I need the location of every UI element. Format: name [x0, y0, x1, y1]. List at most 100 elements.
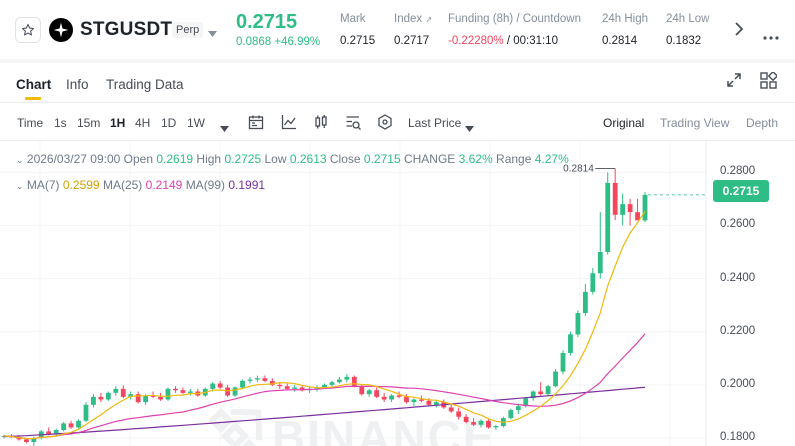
stats-fade — [704, 0, 734, 59]
high-label: High — [196, 152, 222, 166]
candle-body — [538, 391, 544, 395]
candle-body — [359, 386, 365, 395]
funding-value: -0.22280% / 00:31:10 — [448, 35, 558, 47]
indicators-icon[interactable] — [345, 114, 362, 135]
ma7-line — [3, 211, 646, 440]
interval-1d[interactable]: 1D — [161, 116, 176, 130]
range-label: Range — [496, 152, 532, 166]
interval-4h[interactable]: 4H — [135, 116, 150, 130]
favorite-star-button[interactable] — [15, 17, 41, 43]
candle-body — [240, 380, 245, 388]
ma25-value: 0.2149 — [145, 178, 183, 192]
y-axis-tick-label: 0.2600 — [720, 218, 756, 231]
low-24h-value: 0.1832 — [666, 35, 702, 47]
candle-body — [404, 396, 409, 403]
candle-body — [120, 388, 126, 397]
candle-body — [284, 386, 290, 389]
stargate-logo-icon — [49, 18, 73, 42]
price-type-dropdown-icon[interactable] — [465, 119, 474, 137]
external-link-icon: ↗ — [425, 15, 433, 24]
current-price-tag: 0.2715 — [713, 180, 769, 202]
candle-body — [23, 439, 29, 443]
candle-body — [381, 396, 387, 400]
candle-body — [351, 376, 357, 387]
candle-body — [478, 420, 484, 425]
time-label[interactable]: Time — [17, 116, 43, 130]
active-tab-indicator — [25, 97, 41, 100]
interval-1w[interactable]: 1W — [187, 116, 205, 130]
candle-body — [545, 386, 551, 395]
candle-body — [433, 402, 439, 405]
candle-body — [620, 204, 626, 215]
y-axis-tick-label: 0.2400 — [720, 271, 756, 284]
candle-body — [105, 392, 111, 400]
candlestick-icon[interactable] — [313, 114, 329, 135]
candle-body — [553, 371, 558, 387]
tab-trading-data[interactable]: Trading Data — [106, 77, 184, 92]
interval-dropdown-icon[interactable] — [220, 119, 229, 137]
candle-body — [68, 423, 74, 428]
ma25-label: MA(25) — [102, 178, 143, 192]
calendar-icon[interactable] — [248, 114, 264, 135]
expand-icon[interactable] — [726, 72, 742, 93]
y-axis-tick-label: 0.2200 — [720, 324, 756, 337]
more-options-icon[interactable] — [763, 27, 779, 45]
candle-body — [374, 390, 380, 397]
interval-15m[interactable]: 15m — [77, 116, 100, 130]
settings-hex-icon[interactable] — [377, 114, 393, 135]
index-price-value: 0.2717 — [394, 35, 430, 47]
scroll-right-chevron-icon[interactable] — [734, 21, 744, 42]
collapse-legend-icon[interactable]: ⌄ — [16, 155, 24, 165]
candle-body — [187, 391, 193, 393]
candle-body — [91, 396, 96, 405]
low-24h-label: 24h Low — [666, 13, 710, 25]
symbol-dropdown-icon[interactable] — [208, 24, 217, 42]
close-value: 0.2715 — [363, 152, 401, 166]
price-type-select[interactable]: Last Price — [408, 116, 461, 130]
funding-label: Funding (8h) / Countdown — [448, 13, 581, 25]
tab-chart[interactable]: Chart — [16, 77, 51, 92]
candle-body — [225, 387, 231, 396]
view-depth[interactable]: Depth — [746, 116, 778, 130]
star-icon — [21, 23, 35, 36]
candle-body — [344, 376, 350, 380]
candle-datetime: 2026/03/27 09:00 — [26, 152, 121, 166]
candle-body — [597, 252, 603, 274]
candle-body — [575, 313, 581, 335]
tabs-divider — [0, 102, 795, 103]
candle-body — [590, 273, 596, 292]
candle-body — [46, 431, 52, 435]
open-value: 0.2619 — [156, 152, 194, 166]
price-change: 0.0868 +46.99% — [236, 36, 321, 48]
candle-body — [232, 387, 238, 396]
candle-body — [143, 395, 149, 403]
interval-1s[interactable]: 1s — [54, 116, 67, 130]
candle-body — [165, 388, 171, 400]
candle-body — [113, 388, 119, 393]
candle-body — [277, 384, 283, 387]
view-trading-view[interactable]: Trading View — [660, 116, 729, 130]
candle-body — [560, 352, 566, 372]
candle-body — [366, 390, 372, 395]
high-24h-value: 0.2814 — [602, 35, 638, 47]
view-original[interactable]: Original — [603, 116, 644, 130]
layout-grid-icon[interactable] — [760, 70, 779, 94]
symbol-name[interactable]: STGUSDT — [80, 19, 172, 41]
tab-info[interactable]: Info — [66, 77, 89, 92]
candle-body — [612, 182, 618, 215]
low-value: 0.2613 — [289, 152, 327, 166]
candle-body — [605, 182, 611, 252]
candle-body — [627, 204, 633, 213]
candle-body — [217, 383, 223, 388]
contract-type-badge: Perp — [172, 22, 204, 38]
candle-body — [247, 379, 253, 381]
candle-body — [389, 395, 394, 400]
index-price-label[interactable]: Index ↗ — [394, 13, 432, 25]
interval-1h[interactable]: 1H — [110, 116, 125, 130]
candle-body — [642, 194, 648, 221]
collapse-ma-icon[interactable]: ⌄ — [16, 181, 24, 191]
close-label: Close — [329, 152, 361, 166]
change-label: CHANGE — [403, 152, 456, 166]
line-chart-icon[interactable] — [281, 114, 297, 135]
ohlc-legend: ⌄ 2026/03/27 09:00 Open 0.2619 High 0.27… — [16, 152, 569, 166]
